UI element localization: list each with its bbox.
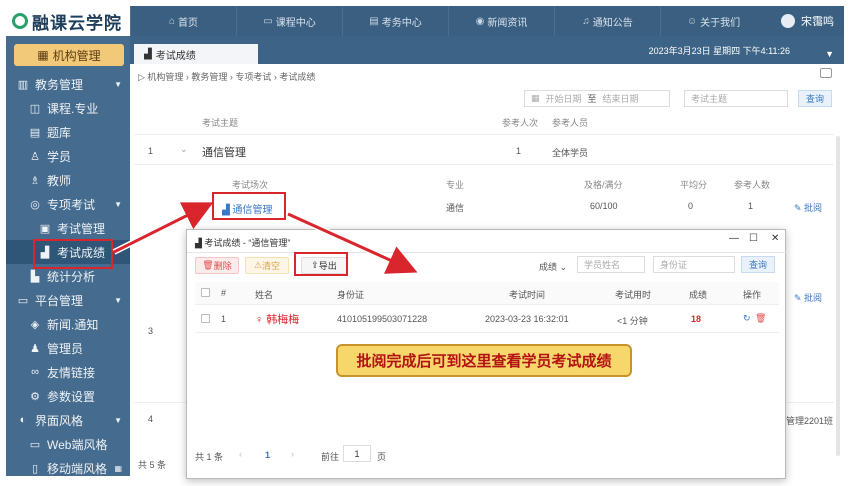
annotation-arrows (112, 202, 418, 274)
arrow-to-session (113, 202, 214, 254)
arrow-to-dialog (287, 212, 418, 274)
instruction-banner: 批阅完成后可到这里查看学员考试成绩 (336, 344, 632, 377)
